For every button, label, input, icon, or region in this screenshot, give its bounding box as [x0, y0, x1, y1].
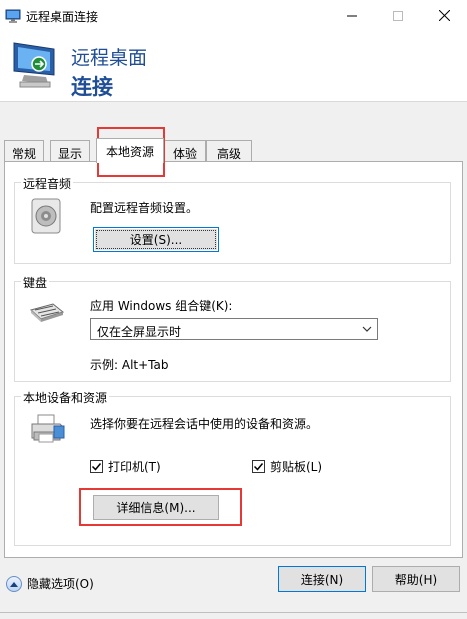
- group-remote-audio: 远程音频 配置远程音频设置。 设置(S)...: [14, 175, 451, 264]
- printer-icon: [30, 414, 66, 447]
- tab-display[interactable]: 显示: [50, 140, 90, 162]
- printer-checkbox[interactable]: 打印机(T): [90, 458, 161, 475]
- tab-panel-local-resources: 远程音频 配置远程音频设置。 设置(S)... 键盘 应用 Windows 组合…: [4, 161, 463, 558]
- minimize-button[interactable]: [329, 0, 375, 31]
- keyboard-example: 示例: Alt+Tab: [90, 358, 169, 372]
- bottom-edge: [0, 612, 467, 619]
- chevron-up-icon: [6, 575, 22, 592]
- group-label-keyboard: 键盘: [21, 274, 50, 291]
- keyboard-combo-value: 仅在全屏显示时: [97, 325, 182, 339]
- window-title: 远程桌面连接: [26, 10, 99, 24]
- clipboard-checkbox[interactable]: 剪贴板(L): [252, 458, 322, 475]
- group-keyboard: 键盘 应用 Windows 组合键(K): 仅在全屏显示时 示例: Alt+Ta…: [14, 274, 451, 382]
- help-button[interactable]: 帮助(H): [372, 566, 460, 592]
- clipboard-checkbox-label: 剪贴板(L): [270, 460, 323, 474]
- remote-desktop-icon: [5, 8, 21, 27]
- checkbox-check-icon: [252, 460, 265, 473]
- chevron-down-icon: [362, 323, 372, 337]
- keyboard-description: 应用 Windows 组合键(K):: [90, 299, 233, 313]
- audio-settings-button[interactable]: 设置(S)...: [93, 227, 219, 252]
- header-line-1: 远程桌面: [71, 47, 148, 69]
- local-devices-description: 选择你要在远程会话中使用的设备和资源。: [90, 417, 319, 431]
- hide-options-label: 隐藏选项(O): [27, 577, 94, 591]
- group-label-remote-audio: 远程音频: [21, 175, 74, 192]
- audio-description: 配置远程音频设置。: [90, 201, 199, 215]
- tab-local-resources[interactable]: 本地资源: [96, 138, 164, 163]
- group-local-devices: 本地设备和资源 选择你要在远程会话中使用的设备和资源。 打印机(T) 剪贴板(L…: [14, 389, 451, 546]
- maximize-button[interactable]: [375, 0, 421, 31]
- header-banner: 远程桌面 连接: [0, 31, 467, 102]
- group-label-local-devices: 本地设备和资源: [21, 389, 110, 406]
- details-button[interactable]: 详细信息(M)...: [93, 495, 219, 520]
- checkbox-check-icon: [90, 460, 103, 473]
- tab-experience[interactable]: 体验: [164, 140, 206, 162]
- remote-desktop-monitor-icon: [10, 39, 62, 94]
- tab-advanced[interactable]: 高级: [206, 140, 252, 162]
- title-bar: 远程桌面连接: [0, 0, 467, 31]
- keyboard-combo-select[interactable]: 仅在全屏显示时: [90, 318, 378, 340]
- connect-button[interactable]: 连接(N): [278, 566, 366, 592]
- tab-general[interactable]: 常规: [4, 140, 44, 162]
- keyboard-icon: [29, 302, 65, 325]
- printer-checkbox-label: 打印机(T): [108, 460, 161, 474]
- speaker-icon: [30, 198, 62, 237]
- close-button[interactable]: [421, 0, 467, 31]
- header-line-2: 连接: [71, 75, 113, 99]
- hide-options-link[interactable]: 隐藏选项(O): [6, 575, 94, 592]
